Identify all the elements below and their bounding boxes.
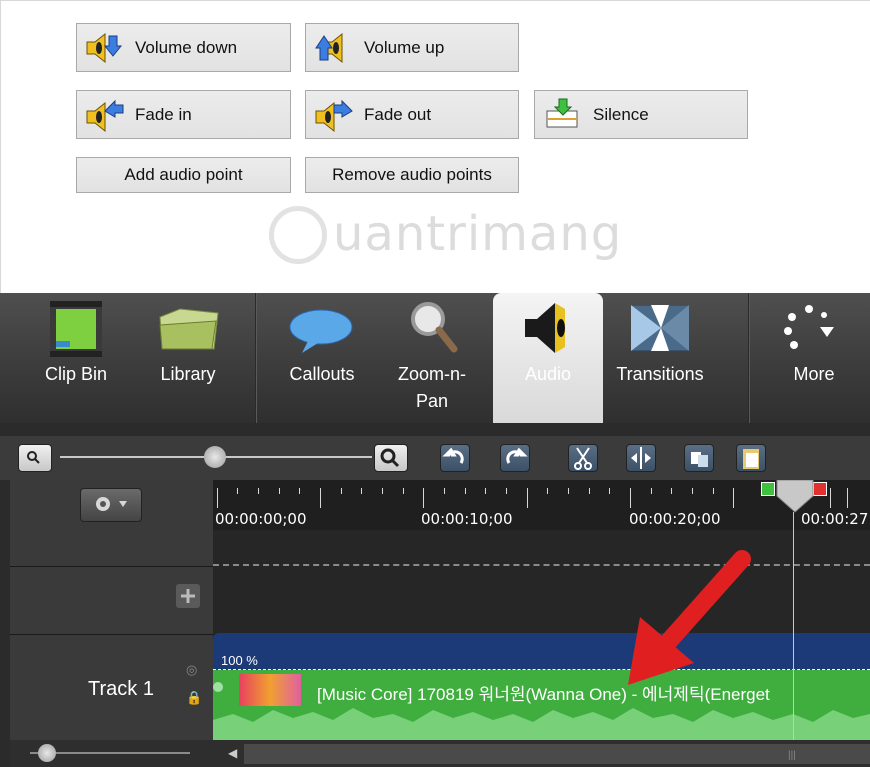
tab-transitions[interactable]: Transitions <box>605 293 715 423</box>
volume-down-icon <box>85 30 125 66</box>
eye-icon[interactable]: ◎ <box>186 662 197 678</box>
timeline-toolbar <box>0 436 870 480</box>
red-arrow-annotation <box>628 550 751 685</box>
remove-audio-points-button[interactable]: Remove audio points <box>305 157 519 193</box>
tools-bar: Clip Bin Library Callouts Zoom-n- Pan Au… <box>0 293 870 423</box>
selection-start-marker[interactable] <box>761 482 775 496</box>
tab-more[interactable]: More <box>766 293 862 423</box>
lock-icon[interactable]: 🔒 <box>186 690 202 706</box>
volume-down-button[interactable]: Volume down <box>76 23 291 72</box>
undo-button[interactable] <box>440 444 470 472</box>
paste-icon <box>743 449 759 469</box>
audio-point[interactable] <box>213 682 223 692</box>
fade-in-button[interactable]: Fade in <box>76 90 291 139</box>
remove-audio-points-label: Remove audio points <box>332 165 492 184</box>
tab-callouts-label: Callouts <box>289 364 355 384</box>
watermark: uantrimang <box>269 206 623 264</box>
tab-zoom-n-pan[interactable]: Zoom-n- Pan <box>382 293 482 423</box>
tab-audio-label: Audio <box>524 364 572 384</box>
tab-more-label: More <box>793 364 835 384</box>
zoom-out-icon <box>27 451 40 464</box>
clip-title: [Music Core] 170819 워너원(Wanna One) - 에너제… <box>317 685 770 704</box>
speaker-icon <box>525 303 565 353</box>
speech-bubble-icon <box>289 309 353 353</box>
audio-panel: Volume down Volume up Fade in Fade out S… <box>0 0 870 293</box>
plus-icon <box>181 589 195 603</box>
timeline-settings-button[interactable] <box>80 488 142 522</box>
silence-button[interactable]: Silence <box>534 90 748 139</box>
track-headers: Track 1 ◎ 🔒 <box>10 480 213 740</box>
audio-waveform: [Music Core] 170819 워너원(Wanna One) - 에너제… <box>213 670 870 740</box>
time-label-0: 00:00:00;00 <box>215 510 307 528</box>
tab-library[interactable]: Library <box>138 293 238 423</box>
scroll-left-icon[interactable]: ◀ <box>228 746 237 760</box>
tab-audio[interactable]: Audio <box>493 293 603 423</box>
more-dots-icon <box>784 305 834 349</box>
transition-icon <box>631 305 689 351</box>
redo-button[interactable] <box>500 444 530 472</box>
zoom-in-icon <box>380 448 400 468</box>
tab-zoom-n-pan-label: Zoom-n- Pan <box>397 364 466 411</box>
redo-icon <box>506 447 528 464</box>
selection-end-marker[interactable] <box>813 482 827 496</box>
magnifier-icon <box>411 302 458 353</box>
waveform <box>213 708 870 740</box>
tab-transitions-label: Transitions <box>616 364 704 384</box>
timeline-footer: ◀ ||| <box>10 740 870 767</box>
horizontal-scrollbar[interactable]: ||| <box>244 744 870 764</box>
copy-icon <box>691 452 708 467</box>
clip-volume-label: 100 % <box>221 653 258 668</box>
fade-out-icon <box>314 97 354 133</box>
fade-out-label: Fade out <box>364 104 432 124</box>
fade-in-label: Fade in <box>135 104 192 124</box>
tab-callouts[interactable]: Callouts <box>272 293 372 423</box>
add-audio-point-button[interactable]: Add audio point <box>76 157 291 193</box>
volume-up-label: Volume up <box>364 37 445 57</box>
split-button[interactable] <box>626 444 656 472</box>
fade-out-button[interactable]: Fade out <box>305 90 519 139</box>
volume-down-label: Volume down <box>135 37 238 57</box>
silence-icon <box>543 97 583 133</box>
paste-button[interactable] <box>736 444 766 472</box>
tab-clip-bin[interactable]: Clip Bin <box>28 293 124 423</box>
add-track-button[interactable] <box>176 584 200 608</box>
copy-button[interactable] <box>684 444 714 472</box>
track-name: Track 1 <box>88 678 154 700</box>
zoom-slider-thumb[interactable] <box>204 446 226 468</box>
zoom-out-button[interactable] <box>18 444 52 472</box>
watermark-text: uantrimang <box>333 206 623 262</box>
scissors-icon <box>574 447 592 470</box>
playhead-handle[interactable] <box>775 480 815 514</box>
silence-label: Silence <box>593 104 649 124</box>
zoom-in-button[interactable] <box>374 444 408 472</box>
split-icon <box>631 447 651 469</box>
film-icon <box>50 301 102 357</box>
track-height-thumb[interactable] <box>38 744 56 762</box>
time-label-2: 00:00:20;00 <box>629 510 721 528</box>
time-label-1: 00:00:10;00 <box>421 510 513 528</box>
fade-in-icon <box>85 97 125 133</box>
volume-up-button[interactable]: Volume up <box>305 23 519 72</box>
gear-icon <box>96 497 127 511</box>
tab-clip-bin-label: Clip Bin <box>44 364 108 384</box>
bulb-icon <box>269 206 327 264</box>
time-ruler[interactable]: 00:00:00;00 00:00:10;00 00:00:20;00 00:0… <box>213 480 870 530</box>
playhead-line <box>793 512 794 740</box>
volume-up-icon <box>314 30 354 66</box>
scrollbar-grip: ||| <box>788 750 796 761</box>
tab-library-label: Library <box>160 364 216 384</box>
clip-thumbnail <box>239 674 301 706</box>
cut-button[interactable] <box>568 444 598 472</box>
undo-icon <box>442 447 464 464</box>
add-audio-point-label: Add audio point <box>124 165 243 184</box>
folder-icon <box>159 308 219 350</box>
